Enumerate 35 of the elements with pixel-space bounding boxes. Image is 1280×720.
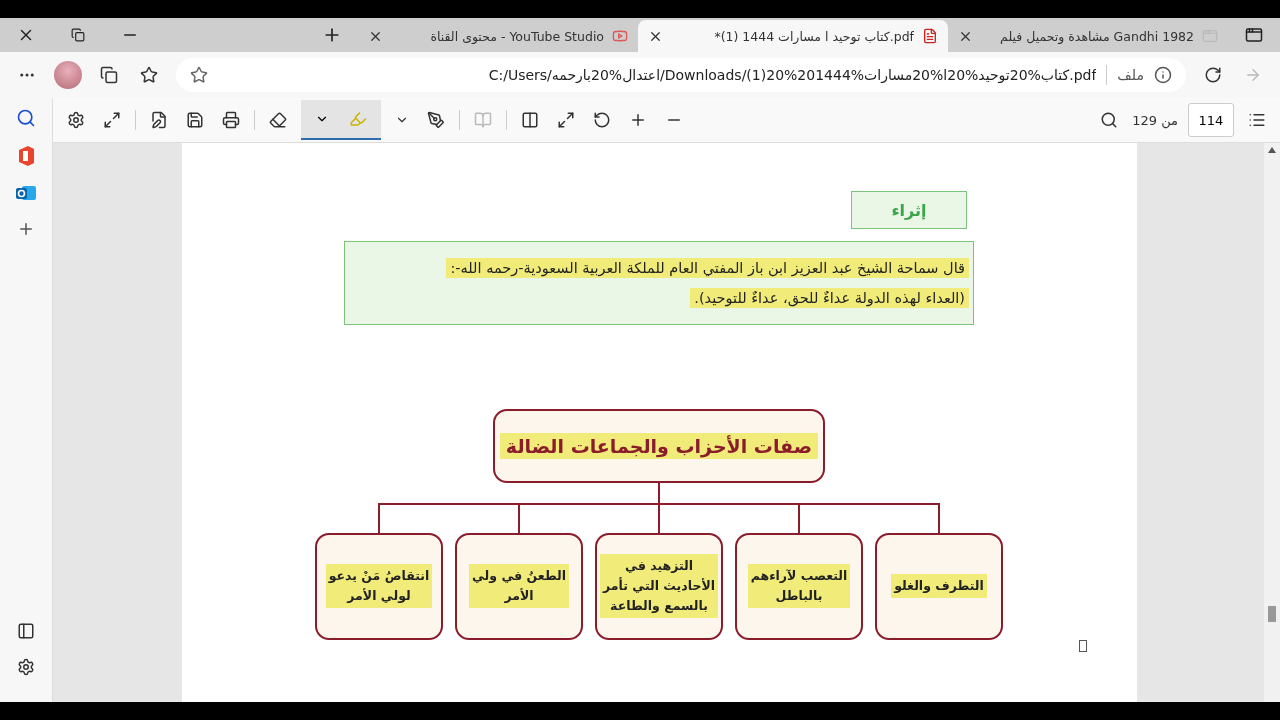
- browser-tab[interactable]: *كتاب توحيد ا مسارات 1444 (1).pdf: [638, 20, 948, 52]
- add-favorite-icon[interactable]: [190, 66, 208, 84]
- browser-tab[interactable]: مشاهدة وتحميل فيلم Gandhi 1982: [948, 20, 1228, 52]
- tab-title: *كتاب توحيد ا مسارات 1444 (1).pdf: [713, 28, 914, 44]
- address-field[interactable]: C:/Users/اعتدال%20بارحمه/Downloads/كتاب%20توحيد%20ا%20مسارات%201444%20(1).pdf ملف: [176, 58, 1186, 92]
- node-label: انتقاصُ مَنْ يدعو لولي الأمر: [325, 564, 433, 609]
- pdf-icon: [922, 28, 938, 44]
- tab-title: مشاهدة وتحميل فيلم Gandhi 1982: [999, 28, 1194, 44]
- page-count: من 129: [1132, 112, 1178, 128]
- text-cursor: [1078, 639, 1087, 652]
- file-label: ملف: [1117, 67, 1144, 83]
- scroll-up-icon[interactable]: [1268, 147, 1276, 153]
- scrollbar-thumb[interactable]: [1268, 606, 1276, 622]
- node-label: التطرف والغلو: [891, 574, 987, 599]
- section-badge: إثراء: [851, 191, 967, 229]
- restore-icon[interactable]: [71, 28, 85, 42]
- search-icon[interactable]: [16, 108, 36, 128]
- sidebar-toggle-icon[interactable]: [17, 622, 35, 640]
- add-icon[interactable]: [17, 220, 35, 238]
- highlighter-button[interactable]: [301, 100, 381, 140]
- info-icon[interactable]: [1154, 66, 1172, 84]
- node-label: التعصب لآراءهم بالباطل: [747, 564, 851, 609]
- node-label: التزهيد في الأحاديث التي تأمر بالسمع والطاعة: [600, 554, 718, 619]
- tab-actions-icon[interactable]: [1245, 26, 1263, 44]
- diagram-title: صفات الأحزاب والجماعات الضالة: [499, 432, 819, 459]
- video-icon: [612, 28, 628, 44]
- browser-tab[interactable]: محتوى القناة - YouTube Studio: [358, 20, 638, 52]
- mail-icon[interactable]: [16, 184, 36, 202]
- node-label: الطعنُ في ولي الأمر: [468, 564, 570, 609]
- settings-icon[interactable]: [17, 658, 35, 676]
- page-number-field[interactable]: 114: [1188, 103, 1234, 137]
- office-icon[interactable]: [17, 146, 35, 166]
- profile-avatar[interactable]: [54, 61, 82, 89]
- url-text: C:/Users/اعتدال%20بارحمه/Downloads/كتاب%20توحيد%20ا%20مسارات%201444%20(1).pdf: [487, 67, 1097, 83]
- tab-title: محتوى القناة - YouTube Studio: [429, 28, 604, 44]
